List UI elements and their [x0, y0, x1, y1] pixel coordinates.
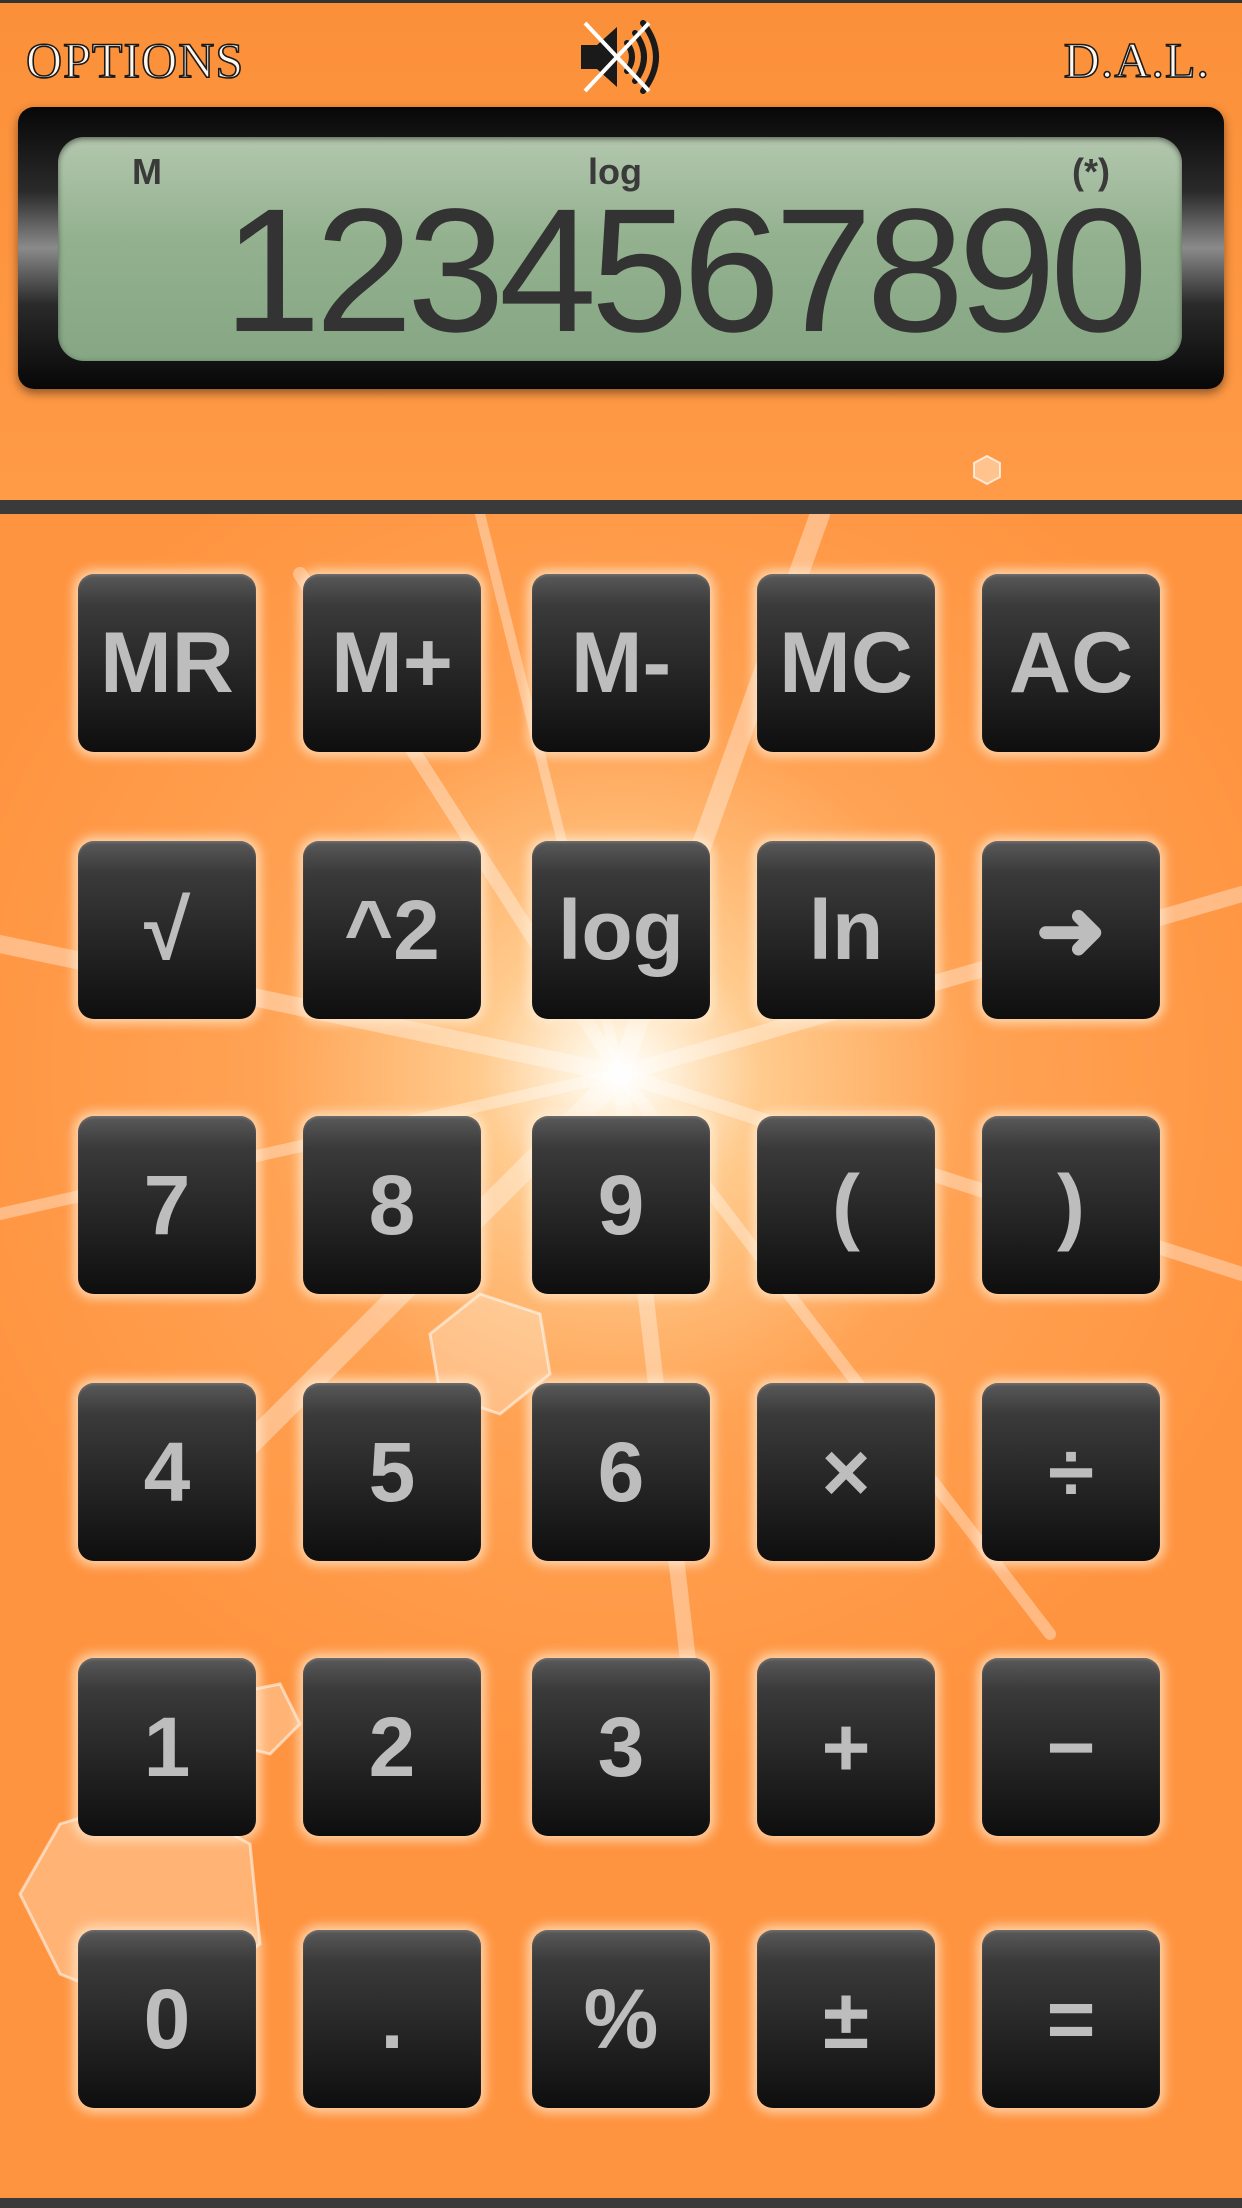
key-label: MR [100, 615, 234, 711]
digit-6-button[interactable]: 6 [532, 1383, 710, 1561]
key-label: ^2 [344, 883, 440, 977]
memory-indicator: M [132, 151, 162, 192]
key-label: 6 [597, 1425, 645, 1519]
display-value: 1234567890 [223, 173, 1148, 361]
key-label: 5 [368, 1425, 416, 1519]
key-label: M+ [331, 615, 453, 711]
lcd-display: M log (*) 1234567890 [58, 137, 1182, 361]
digit-8-button[interactable]: 8 [303, 1116, 481, 1294]
key-label: = [1046, 1972, 1096, 2066]
key-label: 1 [143, 1700, 191, 1794]
key-label: 7 [143, 1158, 191, 1252]
digit-5-button[interactable]: 5 [303, 1383, 481, 1561]
digit-0-button[interactable]: 0 [78, 1930, 256, 2108]
digit-1-button[interactable]: 1 [78, 1658, 256, 1836]
key-label: log [558, 883, 684, 977]
memory-recall-button[interactable]: MR [78, 574, 256, 752]
key-label: 3 [597, 1700, 645, 1794]
key-label: × [821, 1425, 871, 1519]
all-clear-button[interactable]: AC [982, 574, 1160, 752]
key-label: AC [1008, 615, 1134, 711]
key-label: M- [570, 615, 672, 711]
key-label: ln [808, 883, 884, 977]
plus-button[interactable]: + [757, 1658, 935, 1836]
options-link[interactable]: OPTIONS [25, 31, 244, 89]
close-paren-button[interactable]: ) [982, 1116, 1160, 1294]
key-label: √ [143, 883, 191, 977]
multiply-button[interactable]: × [757, 1383, 935, 1561]
open-paren-button[interactable]: ( [757, 1116, 935, 1294]
digit-2-button[interactable]: 2 [303, 1658, 481, 1836]
key-label: ÷ [1047, 1425, 1095, 1519]
square-root-button[interactable]: √ [78, 841, 256, 1019]
digit-3-button[interactable]: 3 [532, 1658, 710, 1836]
key-label: ( [832, 1158, 860, 1252]
minus-button[interactable]: − [982, 1658, 1160, 1836]
log-button[interactable]: log [532, 841, 710, 1019]
key-label: 8 [368, 1158, 416, 1252]
memory-clear-button[interactable]: MC [757, 574, 935, 752]
key-label: 2 [368, 1700, 416, 1794]
key-label: + [821, 1700, 871, 1794]
top-bar: OPTIONS D.A.L. M log (*) 1234567890 [0, 0, 1242, 500]
lens-flare-decoration [973, 455, 1001, 485]
plus-minus-button[interactable]: ± [757, 1930, 935, 2108]
decimal-point-button[interactable]: . [303, 1930, 481, 2108]
brand-label[interactable]: D.A.L. [1063, 31, 1210, 89]
digit-7-button[interactable]: 7 [78, 1116, 256, 1294]
key-label: MC [779, 615, 913, 711]
display-frame: M log (*) 1234567890 [18, 107, 1224, 389]
key-label: − [1046, 1700, 1096, 1794]
digit-9-button[interactable]: 9 [532, 1116, 710, 1294]
backspace-arrow-button[interactable]: ➜ [982, 841, 1160, 1019]
key-label: 0 [143, 1972, 191, 2066]
sound-toggle-button[interactable] [575, 17, 675, 97]
key-label: 4 [143, 1425, 191, 1519]
key-label: % [583, 1972, 659, 2066]
key-label: ± [822, 1972, 870, 2066]
percent-button[interactable]: % [532, 1930, 710, 2108]
divide-button[interactable]: ÷ [982, 1383, 1160, 1561]
key-label: ) [1057, 1158, 1085, 1252]
ln-button[interactable]: ln [757, 841, 935, 1019]
key-label: . [380, 1972, 404, 2066]
divider [0, 500, 1242, 514]
bottom-bar [0, 2198, 1242, 2208]
speaker-muted-icon [581, 20, 659, 94]
arrow-right-icon: ➜ [1035, 883, 1107, 977]
digit-4-button[interactable]: 4 [78, 1383, 256, 1561]
key-label: 9 [597, 1158, 645, 1252]
memory-subtract-button[interactable]: M- [532, 574, 710, 752]
equals-button[interactable]: = [982, 1930, 1160, 2108]
square-button[interactable]: ^2 [303, 841, 481, 1019]
memory-add-button[interactable]: M+ [303, 574, 481, 752]
